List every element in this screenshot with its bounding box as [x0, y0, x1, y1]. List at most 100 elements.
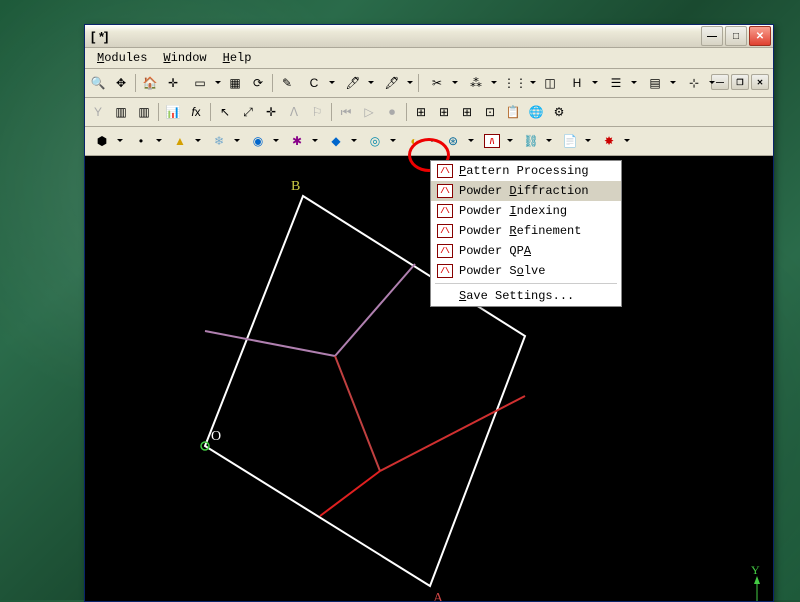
box-icon[interactable]: ▭: [185, 72, 223, 94]
dots-icon[interactable]: ⋮⋮: [500, 72, 538, 94]
pane-icon[interactable]: ◫: [539, 72, 561, 94]
app-window: [ *] — □ ✕ Modules Window Help — ❐ ✕ 🔍 ✥…: [84, 24, 774, 602]
expand-icon[interactable]: ⤢: [237, 101, 259, 123]
window-controls: — □ ✕: [701, 26, 771, 46]
menu-powder-indexing[interactable]: /\ Powder Indexing: [431, 201, 621, 221]
menu-powder-qpa[interactable]: /\ Powder QPA: [431, 241, 621, 261]
scene-svg: B A O Y: [85, 156, 773, 601]
menu-help[interactable]: Help: [215, 49, 260, 67]
peak-icon[interactable]: ᐱ: [283, 101, 305, 123]
list-icon[interactable]: ☰: [601, 72, 639, 94]
axis-y-label: Y: [751, 563, 760, 577]
mdi-controls: — ❐ ✕: [711, 74, 769, 90]
edge-red-1: [380, 396, 525, 471]
molecule-icon[interactable]: ⬢: [87, 130, 125, 152]
stack-icon[interactable]: ▤: [640, 72, 678, 94]
play-icon[interactable]: ▷: [358, 101, 380, 123]
y-tool-icon[interactable]: Y: [87, 101, 109, 123]
rewind-icon[interactable]: ⏮: [335, 101, 357, 123]
cross-icon[interactable]: ✛: [260, 101, 282, 123]
target-icon[interactable]: ✛: [162, 72, 184, 94]
pen2-icon[interactable]: 🖊: [338, 72, 376, 94]
grid4-icon[interactable]: ⊡: [479, 101, 501, 123]
menu-label: Save Settings...: [459, 289, 574, 303]
edge-mid: [335, 356, 380, 471]
pen3-icon[interactable]: 🖋: [377, 72, 415, 94]
dot-tool-icon[interactable]: •: [126, 130, 164, 152]
scatter-icon[interactable]: ⁂: [461, 72, 499, 94]
menu-label: Powder QPA: [459, 244, 531, 258]
burst-icon[interactable]: ✸: [594, 130, 632, 152]
edge-purple-1: [205, 331, 335, 356]
h-tool-icon[interactable]: H: [562, 72, 600, 94]
toolbar-row-1: 🔍 ✥ 🏠 ✛ ▭ ▦ ⟳ ✎ C 🖊 🖋 ✂ ⁂ ⋮⋮ ◫ H ☰ ▤ ⊹: [85, 69, 773, 98]
copy-icon[interactable]: 📋: [502, 101, 524, 123]
snow-icon[interactable]: ❄: [204, 130, 242, 152]
menu-label: Powder Solve: [459, 264, 545, 278]
powder-icon: /\: [437, 224, 453, 238]
triangle-icon[interactable]: ▲: [165, 130, 203, 152]
grid-icon[interactable]: ▦: [224, 72, 246, 94]
grid2-icon[interactable]: ⊞: [433, 101, 455, 123]
cluster-icon[interactable]: ✱: [282, 130, 320, 152]
maximize-button[interactable]: □: [725, 26, 747, 46]
menu-save-settings[interactable]: Save Settings...: [431, 286, 621, 306]
menu-label: Powder Refinement: [459, 224, 581, 238]
powder-menu-button[interactable]: /\: [477, 130, 515, 152]
menu-pattern-processing[interactable]: /\ Pattern Processing: [431, 161, 621, 181]
atom-icon[interactable]: ⊛: [438, 130, 476, 152]
menu-label: Powder Diffraction: [459, 184, 589, 198]
powder-icon: /\: [437, 244, 453, 258]
powder-icon: /\: [437, 184, 453, 198]
menu-separator: [435, 283, 617, 284]
powder-icon: /\: [437, 264, 453, 278]
edge-red-2: [320, 471, 380, 516]
menu-window[interactable]: Window: [155, 49, 214, 67]
gear-icon[interactable]: ⚙: [548, 101, 570, 123]
panel1-icon[interactable]: ▥: [110, 101, 132, 123]
menu-powder-refinement[interactable]: /\ Powder Refinement: [431, 221, 621, 241]
spiral-icon[interactable]: ◉: [243, 130, 281, 152]
titlebar: [ *] — □ ✕: [85, 25, 773, 48]
menu-powder-solve[interactable]: /\ Powder Solve: [431, 261, 621, 281]
panel2-icon[interactable]: ▥: [133, 101, 155, 123]
pencil-icon[interactable]: ✎: [276, 72, 298, 94]
menu-powder-diffraction[interactable]: /\ Powder Diffraction: [431, 181, 621, 201]
pointer-icon[interactable]: ↖: [214, 101, 236, 123]
zoom-icon[interactable]: 🔍: [87, 72, 109, 94]
label-o: O: [211, 429, 221, 444]
move-icon[interactable]: ✥: [110, 72, 132, 94]
mdi-restore-button[interactable]: ❐: [731, 74, 749, 90]
refresh-icon[interactable]: ⟳: [247, 72, 269, 94]
crystal-icon[interactable]: ◆: [321, 130, 359, 152]
grid3-icon[interactable]: ⊞: [456, 101, 478, 123]
window-title: [ *]: [91, 29, 701, 44]
chart-icon[interactable]: 📊: [162, 101, 184, 123]
orbit-icon[interactable]: ◎: [360, 130, 398, 152]
link-icon[interactable]: ⛓: [516, 130, 554, 152]
close-button[interactable]: ✕: [749, 26, 771, 46]
powder-icon: /\: [484, 134, 500, 148]
menu-modules[interactable]: Modules: [89, 49, 155, 67]
edge-purple-2: [335, 264, 415, 356]
note-icon[interactable]: 📄: [555, 130, 593, 152]
menubar: Modules Window Help — ❐ ✕: [85, 48, 773, 69]
powder-icon: /\: [437, 204, 453, 218]
c-tool-icon[interactable]: C: [299, 72, 337, 94]
viewport-3d[interactable]: B A O Y: [85, 156, 773, 601]
minimize-button[interactable]: —: [701, 26, 723, 46]
globe-icon[interactable]: 🌐: [525, 101, 547, 123]
fx-icon[interactable]: fx: [185, 101, 207, 123]
cut-icon[interactable]: ✂: [422, 72, 460, 94]
toolbar-row-3: ⬢ • ▲ ❄ ◉ ✱ ◆ ◎ ◐ ⊛ /\ ⛓ 📄 ✸: [85, 127, 773, 156]
axis-y-arrow: [754, 576, 760, 584]
drop-icon[interactable]: ◐: [399, 130, 437, 152]
menu-label: Pattern Processing: [459, 164, 589, 178]
flag-icon[interactable]: ⚐: [306, 101, 328, 123]
label-b: B: [291, 179, 300, 194]
join-icon[interactable]: ⊹: [679, 72, 717, 94]
home-icon[interactable]: 🏠: [139, 72, 161, 94]
record-icon[interactable]: ⏺: [381, 101, 403, 123]
grid1-icon[interactable]: ⊞: [410, 101, 432, 123]
mdi-close-button[interactable]: ✕: [751, 74, 769, 90]
